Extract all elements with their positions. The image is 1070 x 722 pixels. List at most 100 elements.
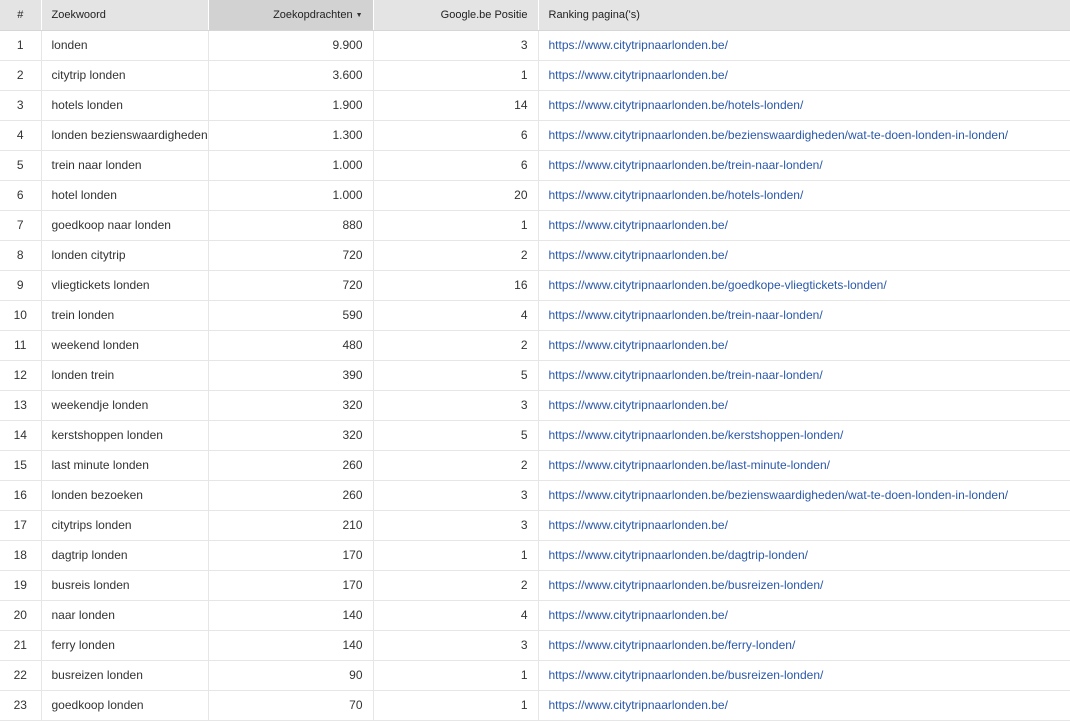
row-number: 17 bbox=[0, 510, 42, 541]
column-header-number[interactable]: # bbox=[0, 0, 42, 31]
row-number: 13 bbox=[0, 390, 42, 421]
keyword-cell: citytrips londen bbox=[41, 510, 209, 541]
table-row: 1 londen 9.900 3 https://www.citytripnaarlon… bbox=[0, 30, 1070, 61]
row-number: 21 bbox=[0, 630, 42, 661]
column-header-ranking-page[interactable]: Ranking pagina('s) bbox=[538, 0, 1070, 31]
table-row: 10 trein londen 590 4 https://www.citytripna… bbox=[0, 300, 1070, 331]
google-position-cell: 14 bbox=[373, 90, 539, 121]
ranking-page-link[interactable]: https://www.citytripnaarlonden.be/ bbox=[549, 68, 728, 82]
ranking-page-link[interactable]: https://www.citytripnaarlonden.be/ bbox=[549, 38, 728, 52]
column-header-searches-label: Zoekopdrachten bbox=[273, 8, 353, 21]
row-number: 12 bbox=[0, 360, 42, 391]
table-row: 15 last minute londen 260 2 https://www.city… bbox=[0, 450, 1070, 481]
ranking-page-link[interactable]: https://www.citytripnaarlonden.be/trein-… bbox=[549, 158, 823, 172]
search-volume-cell: 480 bbox=[208, 330, 374, 361]
row-number: 7 bbox=[0, 210, 42, 241]
column-header-searches[interactable]: Zoekopdrachten ▼ bbox=[208, 0, 374, 31]
keyword-cell: londen trein bbox=[41, 360, 209, 391]
ranking-page-cell: https://www.citytripnaarlonden.be/goedko… bbox=[538, 270, 1070, 301]
search-volume-cell: 320 bbox=[208, 390, 374, 421]
ranking-page-link[interactable]: https://www.citytripnaarlonden.be/trein-… bbox=[549, 308, 823, 322]
row-number: 2 bbox=[0, 60, 42, 91]
table-row: 23 goedkoop londen 70 1 https://www.citytrip… bbox=[0, 690, 1070, 721]
search-volume-cell: 260 bbox=[208, 450, 374, 481]
table-row: 20 naar londen 140 4 https://www.citytripnaa… bbox=[0, 600, 1070, 631]
ranking-page-link[interactable]: https://www.citytripnaarlonden.be/bezien… bbox=[549, 128, 1009, 142]
google-position-cell: 2 bbox=[373, 450, 539, 481]
table-row: 12 londen trein 390 5 https://www.citytripna… bbox=[0, 360, 1070, 391]
google-position-cell: 3 bbox=[373, 30, 539, 61]
row-number: 4 bbox=[0, 120, 42, 151]
keyword-cell: last minute londen bbox=[41, 450, 209, 481]
row-number: 9 bbox=[0, 270, 42, 301]
search-volume-cell: 260 bbox=[208, 480, 374, 511]
google-position-cell: 2 bbox=[373, 240, 539, 271]
column-header-keyword[interactable]: Zoekwoord bbox=[41, 0, 209, 31]
google-position-cell: 5 bbox=[373, 420, 539, 451]
keyword-cell: londen bezoeken bbox=[41, 480, 209, 511]
search-volume-cell: 90 bbox=[208, 660, 374, 691]
ranking-page-link[interactable]: https://www.citytripnaarlonden.be/busrei… bbox=[549, 578, 824, 592]
search-volume-cell: 70 bbox=[208, 690, 374, 721]
ranking-page-link[interactable]: https://www.citytripnaarlonden.be/ bbox=[549, 698, 728, 712]
search-volume-cell: 1.000 bbox=[208, 150, 374, 181]
row-number: 1 bbox=[0, 30, 42, 61]
ranking-page-link[interactable]: https://www.citytripnaarlonden.be/busrei… bbox=[549, 668, 824, 682]
search-volume-cell: 1.000 bbox=[208, 180, 374, 211]
ranking-page-link[interactable]: https://www.citytripnaarlonden.be/hotels… bbox=[549, 188, 804, 202]
ranking-page-cell: https://www.citytripnaarlonden.be/ bbox=[538, 30, 1070, 61]
ranking-page-cell: https://www.citytripnaarlonden.be/ferry-… bbox=[538, 630, 1070, 661]
sort-descending-icon: ▼ bbox=[355, 11, 363, 19]
keyword-cell: londen bbox=[41, 30, 209, 61]
ranking-page-link[interactable]: https://www.citytripnaarlonden.be/ferry-… bbox=[549, 638, 796, 652]
row-number: 8 bbox=[0, 240, 42, 271]
ranking-page-link[interactable]: https://www.citytripnaarlonden.be/hotels… bbox=[549, 98, 804, 112]
ranking-page-link[interactable]: https://www.citytripnaarlonden.be/ bbox=[549, 398, 728, 412]
table-row: 18 dagtrip londen 170 1 https://www.citytrip… bbox=[0, 540, 1070, 571]
ranking-page-cell: https://www.citytripnaarlonden.be/bezien… bbox=[538, 120, 1070, 151]
keyword-cell: busreizen londen bbox=[41, 660, 209, 691]
keyword-cell: hotel londen bbox=[41, 180, 209, 211]
search-volume-cell: 140 bbox=[208, 600, 374, 631]
keyword-cell: trein naar londen bbox=[41, 150, 209, 181]
table-row: 6 hotel londen 1.000 20 https://www.citytrip… bbox=[0, 180, 1070, 211]
ranking-page-link[interactable]: https://www.citytripnaarlonden.be/last-m… bbox=[549, 458, 830, 472]
keyword-cell: londen citytrip bbox=[41, 240, 209, 271]
row-number: 10 bbox=[0, 300, 42, 331]
ranking-page-link[interactable]: https://www.citytripnaarlonden.be/ bbox=[549, 608, 728, 622]
ranking-page-cell: https://www.citytripnaarlonden.be/trein-… bbox=[538, 360, 1070, 391]
keyword-cell: goedkoop londen bbox=[41, 690, 209, 721]
table-row: 17 citytrips londen 210 3 https://www.citytr… bbox=[0, 510, 1070, 541]
row-number: 18 bbox=[0, 540, 42, 571]
column-header-position[interactable]: Google.be Positie bbox=[373, 0, 539, 31]
ranking-page-link[interactable]: https://www.citytripnaarlonden.be/ bbox=[549, 248, 728, 262]
ranking-page-cell: https://www.citytripnaarlonden.be/ bbox=[538, 240, 1070, 271]
search-volume-cell: 1.300 bbox=[208, 120, 374, 151]
search-volume-cell: 880 bbox=[208, 210, 374, 241]
ranking-page-link[interactable]: https://www.citytripnaarlonden.be/dagtri… bbox=[549, 548, 808, 562]
keyword-cell: londen bezienswaardigheden bbox=[41, 120, 209, 151]
ranking-page-link[interactable]: https://www.citytripnaarlonden.be/ bbox=[549, 518, 728, 532]
table-row: 2 citytrip londen 3.600 1 https://www.citytr… bbox=[0, 60, 1070, 91]
search-volume-cell: 9.900 bbox=[208, 30, 374, 61]
ranking-page-link[interactable]: https://www.citytripnaarlonden.be/trein-… bbox=[549, 368, 823, 382]
keyword-cell: ferry londen bbox=[41, 630, 209, 661]
ranking-page-cell: https://www.citytripnaarlonden.be/kersts… bbox=[538, 420, 1070, 451]
ranking-page-cell: https://www.citytripnaarlonden.be/hotels… bbox=[538, 90, 1070, 121]
row-number: 22 bbox=[0, 660, 42, 691]
ranking-page-link[interactable]: https://www.citytripnaarlonden.be/goedko… bbox=[549, 278, 887, 292]
ranking-page-link[interactable]: https://www.citytripnaarlonden.be/ bbox=[549, 218, 728, 232]
row-number: 23 bbox=[0, 690, 42, 721]
google-position-cell: 3 bbox=[373, 630, 539, 661]
ranking-page-link[interactable]: https://www.citytripnaarlonden.be/bezien… bbox=[549, 488, 1009, 502]
ranking-page-cell: https://www.citytripnaarlonden.be/ bbox=[538, 210, 1070, 241]
row-number: 14 bbox=[0, 420, 42, 451]
keyword-cell: weekend londen bbox=[41, 330, 209, 361]
table-row: 8 londen citytrip 720 2 https://www.citytrip… bbox=[0, 240, 1070, 271]
table-row: 9 vliegtickets londen 720 16 https://www.cit… bbox=[0, 270, 1070, 301]
ranking-page-link[interactable]: https://www.citytripnaarlonden.be/kersts… bbox=[549, 428, 844, 442]
search-volume-cell: 210 bbox=[208, 510, 374, 541]
row-number: 15 bbox=[0, 450, 42, 481]
google-position-cell: 1 bbox=[373, 540, 539, 571]
ranking-page-link[interactable]: https://www.citytripnaarlonden.be/ bbox=[549, 338, 728, 352]
